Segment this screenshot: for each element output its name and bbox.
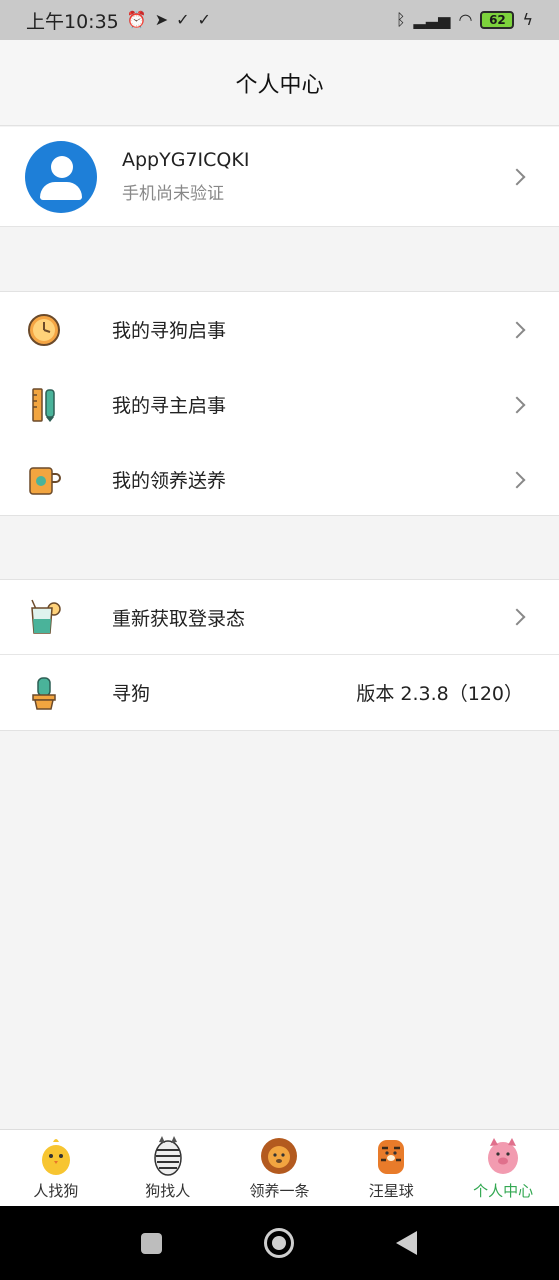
tab-label: 领养一条	[249, 1182, 310, 1200]
lion-icon	[261, 1138, 298, 1174]
drink-icon	[31, 599, 61, 634]
pen-ruler-icon	[32, 387, 55, 422]
alarm-off-icon: ⏰	[126, 10, 147, 29]
back-icon[interactable]	[396, 1231, 417, 1255]
menu-group-posts: 我的寻狗启事 我的寻主启事 我的领养送养	[0, 291, 559, 516]
menu-item-label: 我的领养送养	[112, 470, 227, 492]
pig-icon	[488, 1138, 519, 1174]
menu-item-label: 重新获取登录态	[112, 607, 246, 630]
bluetooth-icon: ᛒ	[395, 10, 406, 29]
tiger-icon	[378, 1140, 405, 1174]
menu-item-lost-dog[interactable]: 我的寻狗启事	[0, 292, 559, 367]
telegram-icon: ➤	[154, 10, 169, 29]
phone-status: 手机尚未验证	[122, 184, 224, 204]
nav-bar: 个人中心	[0, 40, 559, 126]
download-done-icon: ✓	[197, 10, 211, 29]
menu-item-adoption[interactable]: 我的领养送养	[0, 442, 559, 517]
avatar-body	[40, 181, 82, 200]
username: AppYG7ICQKI	[122, 149, 250, 171]
tab-find-dog[interactable]: 人找狗	[0, 1130, 112, 1206]
tab-adopt[interactable]: 领养一条	[224, 1130, 336, 1206]
recent-apps-icon[interactable]	[141, 1233, 162, 1254]
tab-label: 个人中心	[473, 1182, 534, 1200]
download-done-icon: ✓	[176, 10, 190, 29]
menu-item-relogin[interactable]: 重新获取登录态	[0, 580, 559, 655]
chick-icon	[41, 1139, 70, 1175]
profile-info: AppYG7ICQKI 手机尚未验证	[122, 149, 249, 204]
tab-label: 汪星球	[368, 1182, 414, 1200]
chevron-right-icon	[508, 321, 526, 338]
signal-icon: ▂▃▅	[413, 10, 451, 29]
tab-dog-planet[interactable]: 汪星球	[335, 1130, 447, 1206]
profile-card[interactable]: AppYG7ICQKI 手机尚未验证	[0, 127, 559, 227]
menu-item-found-dog[interactable]: 我的寻主启事	[0, 367, 559, 442]
tab-profile[interactable]: 个人中心	[447, 1130, 559, 1206]
menu-item-label: 我的寻主启事	[112, 395, 227, 417]
clock-icon	[28, 313, 60, 346]
app-version: 版本 2.3.8（120）	[356, 683, 523, 705]
mug-icon	[29, 466, 61, 495]
menu-group-settings: 重新获取登录态 寻狗 版本 2.3.8（120）	[0, 579, 559, 731]
status-bar: 上午10:35 ⏰ ➤ ✓ ✓ ᛒ ▂▃▅ ◠ 62 ϟ	[0, 0, 559, 40]
battery-icon: 62	[480, 11, 515, 29]
zebra-icon	[153, 1136, 182, 1176]
chevron-right-icon	[508, 396, 526, 413]
status-time: 上午10:35	[26, 10, 119, 33]
tab-bar: 人找狗 狗找人 领养一条 汪星球 个人中心	[0, 1129, 559, 1206]
wifi-icon: ◠	[458, 10, 473, 29]
chevron-right-icon	[508, 168, 526, 186]
charging-icon: ϟ	[522, 10, 533, 29]
avatar-head	[51, 155, 73, 178]
menu-item-label: 我的寻狗启事	[112, 320, 227, 342]
home-icon[interactable]	[264, 1228, 294, 1258]
avatar[interactable]	[25, 140, 97, 213]
page-title: 个人中心	[235, 72, 324, 98]
tab-find-owner[interactable]: 狗找人	[112, 1130, 224, 1206]
system-nav-bar	[0, 1206, 559, 1280]
chevron-right-icon	[508, 471, 526, 488]
menu-item-app-version: 寻狗 版本 2.3.8（120）	[0, 655, 559, 730]
menu-item-label: 寻狗	[112, 683, 151, 705]
tab-label: 狗找人	[145, 1182, 191, 1200]
chevron-right-icon	[508, 608, 526, 626]
tab-label: 人找狗	[33, 1182, 79, 1200]
cactus-icon	[32, 676, 56, 710]
